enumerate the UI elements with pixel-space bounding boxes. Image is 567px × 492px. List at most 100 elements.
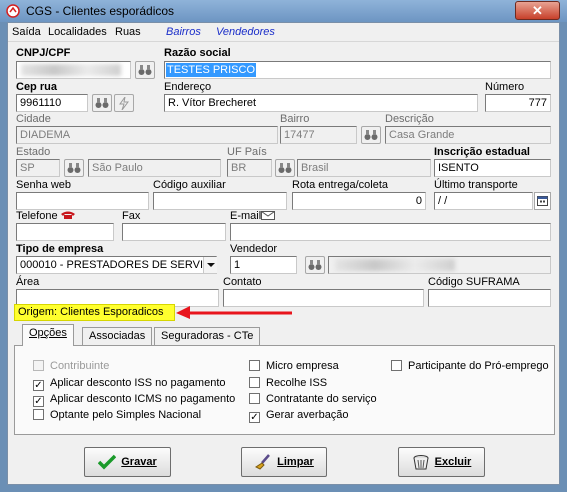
recolhe-iss-label: Recolhe ISS (266, 377, 328, 389)
cep-label: Cep rua (16, 81, 57, 93)
numero-label: Número (485, 81, 525, 93)
menu-bairros[interactable]: Bairros (166, 26, 201, 38)
uf-pais-name-field: Brasil (297, 159, 431, 177)
uf-pais-search-button[interactable] (275, 159, 295, 177)
trash-can-icon (413, 455, 429, 470)
codigo-auxiliar-field[interactable] (153, 192, 287, 210)
uf-pais-label: UF País (227, 146, 267, 158)
gerar-averbacao-label: Gerar averbação (266, 409, 349, 421)
estado-field[interactable]: SP (16, 159, 60, 177)
close-button[interactable]: ✕ (515, 1, 560, 20)
desconto-iss-label: Aplicar desconto ISS no pagamento (50, 377, 226, 389)
binoculars-icon (364, 130, 378, 140)
contribuinte-checkbox[interactable]: Contribuinte (33, 360, 109, 372)
bairro-field[interactable]: 17477 (280, 126, 357, 144)
razao-social-field[interactable]: TESTES PRISCO (164, 61, 551, 79)
gerar-averbacao-checkbox[interactable]: ✓ Gerar averbação (249, 409, 349, 423)
pro-emprego-label: Participante do Pró-emprego (408, 360, 549, 372)
date-picker-button[interactable] (534, 192, 551, 210)
tipo-empresa-dropdown-button[interactable] (203, 257, 217, 273)
email-field[interactable] (230, 223, 551, 241)
contato-label: Contato (223, 276, 262, 288)
area-label: Área (16, 276, 40, 288)
tab-opcoes[interactable]: Opções (22, 324, 74, 346)
cnpj-label: CNPJ/CPF (16, 47, 71, 59)
codigo-suframa-field[interactable] (428, 289, 551, 307)
app-window: CGS - Clientes esporádicos ✕ Saída Local… (0, 0, 567, 492)
binoculars-icon (67, 163, 81, 173)
simples-nacional-checkbox[interactable]: Optante pelo Simples Nacional (33, 409, 201, 421)
estado-search-button[interactable] (64, 159, 84, 177)
vendedor-field[interactable]: 1 (230, 256, 297, 274)
contribuinte-label: Contribuinte (50, 360, 110, 372)
rota-entrega-field[interactable]: 0 (292, 192, 426, 210)
limpar-button[interactable]: Limpar (241, 447, 327, 477)
vendedor-search-button[interactable] (305, 256, 325, 274)
menu-vendedores[interactable]: Vendedores (216, 26, 275, 38)
codigo-auxiliar-label: Código auxiliar (153, 179, 226, 191)
cep-search-button[interactable] (92, 94, 112, 112)
telephone-icon (61, 211, 75, 219)
menu-localidades[interactable]: Localidades (48, 26, 107, 38)
desconto-icms-checkbox[interactable]: ✓ Aplicar desconto ICMS no pagamento (33, 393, 235, 407)
inscricao-estadual-field[interactable]: ISENTO (434, 159, 551, 177)
cidade-label: Cidade (16, 113, 51, 125)
envelope-icon (261, 211, 275, 220)
redacted-vendedor (335, 259, 455, 271)
binoculars-icon (278, 163, 292, 173)
email-label: E-mail (230, 210, 262, 222)
bairro-search-button[interactable] (361, 126, 381, 144)
calendar-icon (537, 196, 548, 206)
title-bar: CGS - Clientes esporádicos ✕ (0, 0, 567, 22)
contratante-checkbox[interactable]: Contratante do serviço (249, 393, 377, 405)
codigo-suframa-label: Código SUFRAMA (428, 276, 520, 288)
cnpj-search-button[interactable] (135, 61, 155, 79)
origem-label: Origem: Clientes Esporadicos (14, 304, 175, 321)
endereco-label: Endereço (164, 81, 212, 93)
lightning-icon (119, 96, 129, 111)
cnpj-field[interactable] (16, 61, 131, 79)
tab-seguradoras-cte[interactable]: Seguradoras - CTe (154, 327, 261, 345)
endereco-field[interactable]: R. Vítor Brecheret (164, 94, 478, 112)
contribuinte-box (33, 360, 44, 371)
micro-empresa-checkbox[interactable]: Micro empresa (249, 360, 339, 372)
broom-icon (255, 454, 271, 470)
tab-opcoes-label: Opções (29, 327, 67, 339)
limpar-label: Limpar (277, 456, 314, 468)
descricao-field[interactable]: Casa Grande (385, 126, 551, 144)
estado-name-field: São Paulo (88, 159, 221, 177)
gravar-button[interactable]: Gravar (84, 447, 171, 477)
tab-associadas[interactable]: Associadas (82, 327, 153, 345)
recolhe-iss-checkbox[interactable]: Recolhe ISS (249, 377, 327, 389)
cep-lookup-button[interactable] (114, 94, 134, 112)
descricao-label: Descrição (385, 113, 434, 125)
menu-saida[interactable]: Saída (12, 26, 41, 38)
micro-empresa-label: Micro empresa (266, 360, 339, 372)
cep-field[interactable]: 9961110 (16, 94, 88, 112)
numero-field[interactable]: 777 (485, 94, 551, 112)
binoculars-icon (95, 98, 109, 108)
estado-label: Estado (16, 146, 51, 158)
pro-emprego-checkbox[interactable]: Participante do Pró-emprego (391, 360, 549, 372)
micro-empresa-box (249, 360, 260, 371)
vendedor-label: Vendedor (230, 243, 278, 255)
pro-emprego-box (391, 360, 402, 371)
telefone-field[interactable] (16, 223, 114, 241)
razao-social-label: Razão social (164, 47, 231, 59)
vendedor-name-field (328, 256, 551, 274)
form-body: Saída Localidades Ruas Bairros Vendedore… (7, 22, 560, 485)
inscricao-estadual-label: Inscrição estadual (434, 146, 530, 158)
desconto-iss-checkbox[interactable]: ✓ Aplicar desconto ISS no pagamento (33, 377, 226, 391)
simples-nacional-box (33, 409, 44, 420)
redacted-cnpj (21, 64, 121, 76)
ultimo-transporte-field[interactable]: / / (434, 192, 533, 210)
recolhe-iss-box (249, 377, 260, 388)
tipo-empresa-select[interactable]: 000010 - PRESTADORES DE SERVIÇ (16, 256, 217, 274)
tipo-empresa-value: 000010 - PRESTADORES DE SERVIÇ (20, 259, 211, 271)
senha-web-field[interactable] (16, 192, 149, 210)
cidade-field[interactable]: DIADEMA (16, 126, 278, 144)
excluir-button[interactable]: Excluir (398, 447, 485, 477)
fax-field[interactable] (122, 223, 226, 241)
uf-pais-field[interactable]: BR (227, 159, 272, 177)
menu-ruas[interactable]: Ruas (115, 26, 141, 38)
